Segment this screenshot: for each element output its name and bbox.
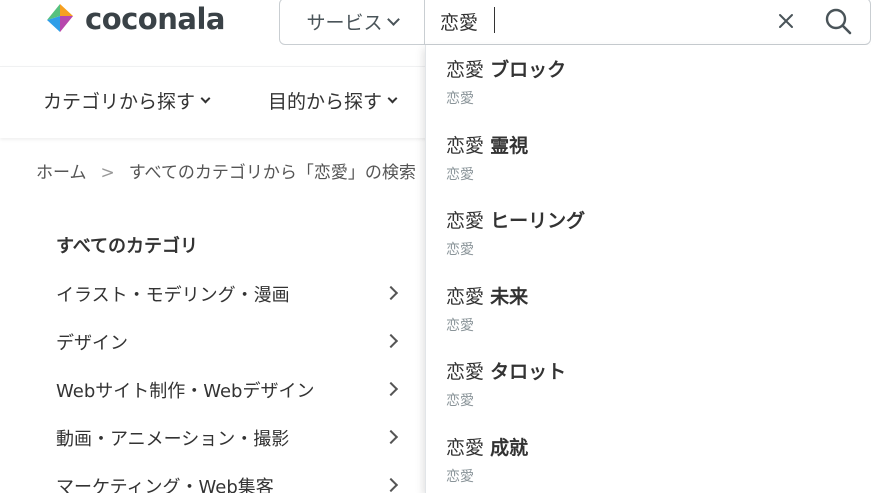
suggestion-item[interactable]: 恋愛 霊視 恋愛 xyxy=(446,131,846,184)
coconala-logo[interactable]: coconala xyxy=(43,0,225,38)
suggestion-item[interactable]: 恋愛 タロット 恋愛 xyxy=(446,357,846,410)
breadcrumb-current: すべてのカテゴリから「恋愛」の検索 xyxy=(128,163,416,183)
suggestion-text: 恋愛 ブロック xyxy=(446,55,846,82)
search-box: サービス xyxy=(279,0,871,45)
suggestion-item[interactable]: 恋愛 成就 恋愛 xyxy=(446,433,846,486)
suggestion-category: 恋愛 xyxy=(446,469,474,485)
service-select-label: サービス xyxy=(306,12,383,34)
category-item[interactable]: 動画・アニメーション・撮影 xyxy=(56,414,406,462)
chevron-right-icon xyxy=(383,429,399,445)
suggestion-prefix: 恋愛 xyxy=(446,437,485,459)
nav-purpose-search[interactable]: 目的から探す xyxy=(268,87,398,114)
category-label: デザイン xyxy=(56,333,128,354)
breadcrumb: ホーム > すべてのカテゴリから「恋愛」の検索 xyxy=(36,158,416,183)
suggestion-prefix: 恋愛 xyxy=(446,59,485,81)
suggestion-prefix: 恋愛 xyxy=(446,210,485,232)
category-label: 動画・アニメーション・撮影 xyxy=(56,429,290,450)
text-caret xyxy=(494,7,495,33)
chevron-right-icon xyxy=(383,381,399,397)
category-label: マーケティング・Web集客 xyxy=(56,477,274,493)
suggestion-prefix: 恋愛 xyxy=(446,286,485,308)
suggestion-category: 恋愛 xyxy=(446,91,474,107)
chevron-down-icon xyxy=(200,93,211,104)
close-icon xyxy=(779,14,793,28)
suggestion-text: 恋愛 ヒーリング xyxy=(446,206,846,233)
suggestion-suffix: タロット xyxy=(490,361,567,383)
suggestion-item[interactable]: 恋愛 ヒーリング 恋愛 xyxy=(446,206,846,259)
suggestion-text: 恋愛 タロット xyxy=(446,357,846,384)
suggestion-item[interactable]: 恋愛 未来 恋愛 xyxy=(446,282,846,335)
suggestion-suffix: ヒーリング xyxy=(490,210,586,232)
suggestion-text: 恋愛 未来 xyxy=(446,282,846,309)
suggestion-text: 恋愛 霊視 xyxy=(446,131,846,158)
chevron-down-icon xyxy=(387,93,398,104)
logo-mark-icon xyxy=(43,2,77,36)
service-select[interactable]: サービス xyxy=(280,0,425,44)
suggestion-item[interactable]: 恋愛 ブロック 恋愛 xyxy=(446,55,846,108)
category-item[interactable]: マーケティング・Web集客 xyxy=(56,462,406,493)
chevron-right-icon xyxy=(383,477,399,493)
clear-button[interactable] xyxy=(772,7,800,35)
chevron-right-icon xyxy=(383,285,399,301)
chevron-down-icon xyxy=(386,12,400,26)
suggestion-prefix: 恋愛 xyxy=(446,135,485,157)
suggestion-suffix: 成就 xyxy=(490,437,529,459)
category-item[interactable]: デザイン xyxy=(56,318,406,366)
chevron-right-icon xyxy=(383,333,399,349)
category-item[interactable]: イラスト・モデリング・漫画 xyxy=(56,270,406,318)
category-list: イラスト・モデリング・漫画 デザイン Webサイト制作・Webデザイン 動画・ア… xyxy=(56,270,406,493)
suggestion-category: 恋愛 xyxy=(446,318,474,334)
suggestion-suffix: 未来 xyxy=(490,286,529,308)
suggestion-prefix: 恋愛 xyxy=(446,361,485,383)
suggestion-category: 恋愛 xyxy=(446,242,474,258)
breadcrumb-separator: > xyxy=(100,163,115,183)
nav-category-search[interactable]: カテゴリから探す xyxy=(43,87,211,114)
category-label: イラスト・モデリング・漫画 xyxy=(56,285,290,306)
suggestion-text: 恋愛 成就 xyxy=(446,433,846,460)
search-button[interactable] xyxy=(822,5,854,37)
search-suggestions-dropdown: 恋愛 ブロック 恋愛 恋愛 霊視 恋愛 恋愛 ヒーリング 恋愛 恋愛 未来 恋愛… xyxy=(425,45,871,493)
suggestion-suffix: ブロック xyxy=(490,59,567,81)
category-item[interactable]: Webサイト制作・Webデザイン xyxy=(56,366,406,414)
category-list-title: すべてのカテゴリ xyxy=(56,236,199,257)
nav-item-label: 目的から探す xyxy=(268,91,383,113)
logo-text: coconala xyxy=(85,2,225,36)
breadcrumb-home[interactable]: ホーム xyxy=(36,163,87,183)
nav-item-label: カテゴリから探す xyxy=(43,91,196,113)
search-icon xyxy=(825,8,852,35)
suggestion-suffix: 霊視 xyxy=(490,135,529,157)
suggestion-category: 恋愛 xyxy=(446,393,474,409)
suggestion-category: 恋愛 xyxy=(446,167,474,183)
search-input[interactable] xyxy=(440,0,760,44)
category-label: Webサイト制作・Webデザイン xyxy=(56,381,315,402)
